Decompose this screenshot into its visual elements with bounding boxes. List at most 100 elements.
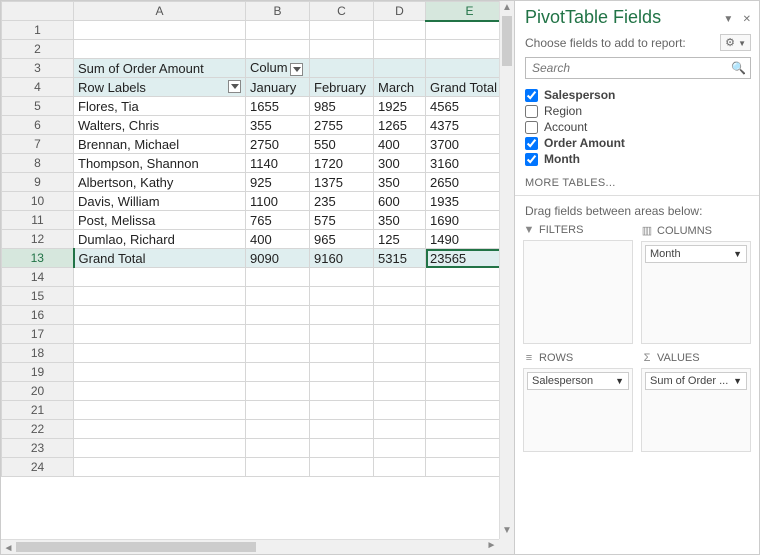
- cell[interactable]: [310, 287, 374, 306]
- row-header[interactable]: 23: [2, 439, 74, 458]
- pivot-value-cell[interactable]: 965: [310, 230, 374, 249]
- row-header[interactable]: 12: [2, 230, 74, 249]
- cell[interactable]: [374, 325, 426, 344]
- pivot-value-cell[interactable]: 925: [246, 173, 310, 192]
- cell[interactable]: [246, 344, 310, 363]
- filters-well[interactable]: [523, 240, 633, 344]
- pivot-value-cell[interactable]: 575: [310, 211, 374, 230]
- cell[interactable]: [310, 40, 374, 59]
- pivot-col-total[interactable]: 9090: [246, 249, 310, 268]
- pivot-value-cell[interactable]: 1265: [374, 116, 426, 135]
- cell[interactable]: [310, 363, 374, 382]
- horizontal-scrollbar[interactable]: ◄ ►: [1, 539, 499, 554]
- spreadsheet-grid[interactable]: ABCDE123Sum of Order AmountColum4Row Lab…: [1, 1, 514, 477]
- pivot-column-labels-cell[interactable]: Colum: [246, 59, 310, 78]
- cell[interactable]: [374, 401, 426, 420]
- pivot-value-cell[interactable]: 550: [310, 135, 374, 154]
- more-tables-link[interactable]: MORE TABLES...: [515, 171, 759, 195]
- row-header[interactable]: 19: [2, 363, 74, 382]
- scroll-up-arrow[interactable]: ▲: [500, 1, 514, 16]
- values-well[interactable]: Sum of Order ...▼: [641, 368, 751, 452]
- row-header[interactable]: 24: [2, 458, 74, 477]
- row-header[interactable]: 22: [2, 420, 74, 439]
- pivot-month-header[interactable]: January: [246, 78, 310, 97]
- search-icon[interactable]: 🔍: [731, 61, 746, 75]
- cell[interactable]: [374, 306, 426, 325]
- cell[interactable]: [74, 420, 246, 439]
- rows-well[interactable]: Salesperson▼: [523, 368, 633, 452]
- field-row[interactable]: Month: [525, 151, 749, 167]
- pivot-row-label[interactable]: Dumlao, Richard: [74, 230, 246, 249]
- cell[interactable]: [74, 306, 246, 325]
- pivot-value-cell[interactable]: 355: [246, 116, 310, 135]
- pivot-col-total[interactable]: 9160: [310, 249, 374, 268]
- pivot-value-cell[interactable]: 2755: [310, 116, 374, 135]
- chevron-down-icon[interactable]: ▼: [615, 376, 624, 386]
- cell[interactable]: [374, 439, 426, 458]
- row-header[interactable]: 14: [2, 268, 74, 287]
- row-header[interactable]: 11: [2, 211, 74, 230]
- pivot-value-cell[interactable]: 1720: [310, 154, 374, 173]
- row-header[interactable]: 9: [2, 173, 74, 192]
- cell[interactable]: [74, 458, 246, 477]
- cell[interactable]: [310, 325, 374, 344]
- cell[interactable]: [374, 363, 426, 382]
- column-header[interactable]: D: [374, 2, 426, 21]
- row-header[interactable]: 21: [2, 401, 74, 420]
- cell[interactable]: [74, 325, 246, 344]
- field-checkbox[interactable]: [525, 121, 538, 134]
- pivot-value-cell[interactable]: 400: [374, 135, 426, 154]
- gear-button[interactable]: ⚙ ▼: [720, 34, 751, 51]
- cell[interactable]: [374, 268, 426, 287]
- cell[interactable]: [246, 40, 310, 59]
- cell[interactable]: [74, 363, 246, 382]
- cell[interactable]: [246, 401, 310, 420]
- row-header[interactable]: 10: [2, 192, 74, 211]
- row-header[interactable]: 18: [2, 344, 74, 363]
- cell[interactable]: [310, 401, 374, 420]
- cell[interactable]: [374, 458, 426, 477]
- row-header[interactable]: 1: [2, 21, 74, 40]
- pivot-value-cell[interactable]: 350: [374, 211, 426, 230]
- column-header[interactable]: C: [310, 2, 374, 21]
- cell[interactable]: [74, 268, 246, 287]
- cell[interactable]: [74, 382, 246, 401]
- cell[interactable]: [246, 21, 310, 40]
- cell[interactable]: [310, 344, 374, 363]
- vertical-scroll-thumb[interactable]: [502, 16, 512, 66]
- row-header[interactable]: 5: [2, 97, 74, 116]
- pane-close-icon[interactable]: ✕: [743, 14, 751, 25]
- field-checkbox[interactable]: [525, 153, 538, 166]
- cell[interactable]: [246, 363, 310, 382]
- vertical-scrollbar[interactable]: ▲ ▼: [499, 1, 514, 539]
- pivot-value-cell[interactable]: 350: [374, 173, 426, 192]
- row-header[interactable]: 13: [2, 249, 74, 268]
- cell[interactable]: [310, 382, 374, 401]
- chevron-down-icon[interactable]: ▼: [733, 376, 742, 386]
- pivot-col-total[interactable]: 5315: [374, 249, 426, 268]
- cell[interactable]: [246, 439, 310, 458]
- cell[interactable]: [74, 439, 246, 458]
- field-checkbox[interactable]: [525, 137, 538, 150]
- cell[interactable]: [74, 344, 246, 363]
- search-input[interactable]: [530, 60, 731, 76]
- pivot-value-cell[interactable]: 2750: [246, 135, 310, 154]
- pivot-row-label[interactable]: Davis, William: [74, 192, 246, 211]
- row-header[interactable]: 15: [2, 287, 74, 306]
- pivot-row-label[interactable]: Thompson, Shannon: [74, 154, 246, 173]
- pivot-grand-total-row-label[interactable]: Grand Total: [74, 249, 246, 268]
- row-header[interactable]: 7: [2, 135, 74, 154]
- column-header[interactable]: B: [246, 2, 310, 21]
- cell[interactable]: [246, 325, 310, 344]
- cell[interactable]: [310, 439, 374, 458]
- cell[interactable]: [374, 59, 426, 78]
- row-header[interactable]: 4: [2, 78, 74, 97]
- cell[interactable]: [74, 401, 246, 420]
- pivot-row-label[interactable]: Walters, Chris: [74, 116, 246, 135]
- area-chip[interactable]: Sum of Order ...▼: [645, 372, 747, 390]
- field-row[interactable]: Account: [525, 119, 749, 135]
- filter-dropdown-icon[interactable]: [290, 63, 303, 76]
- field-row[interactable]: Salesperson: [525, 87, 749, 103]
- scroll-down-arrow[interactable]: ▼: [500, 524, 514, 539]
- cell[interactable]: [310, 59, 374, 78]
